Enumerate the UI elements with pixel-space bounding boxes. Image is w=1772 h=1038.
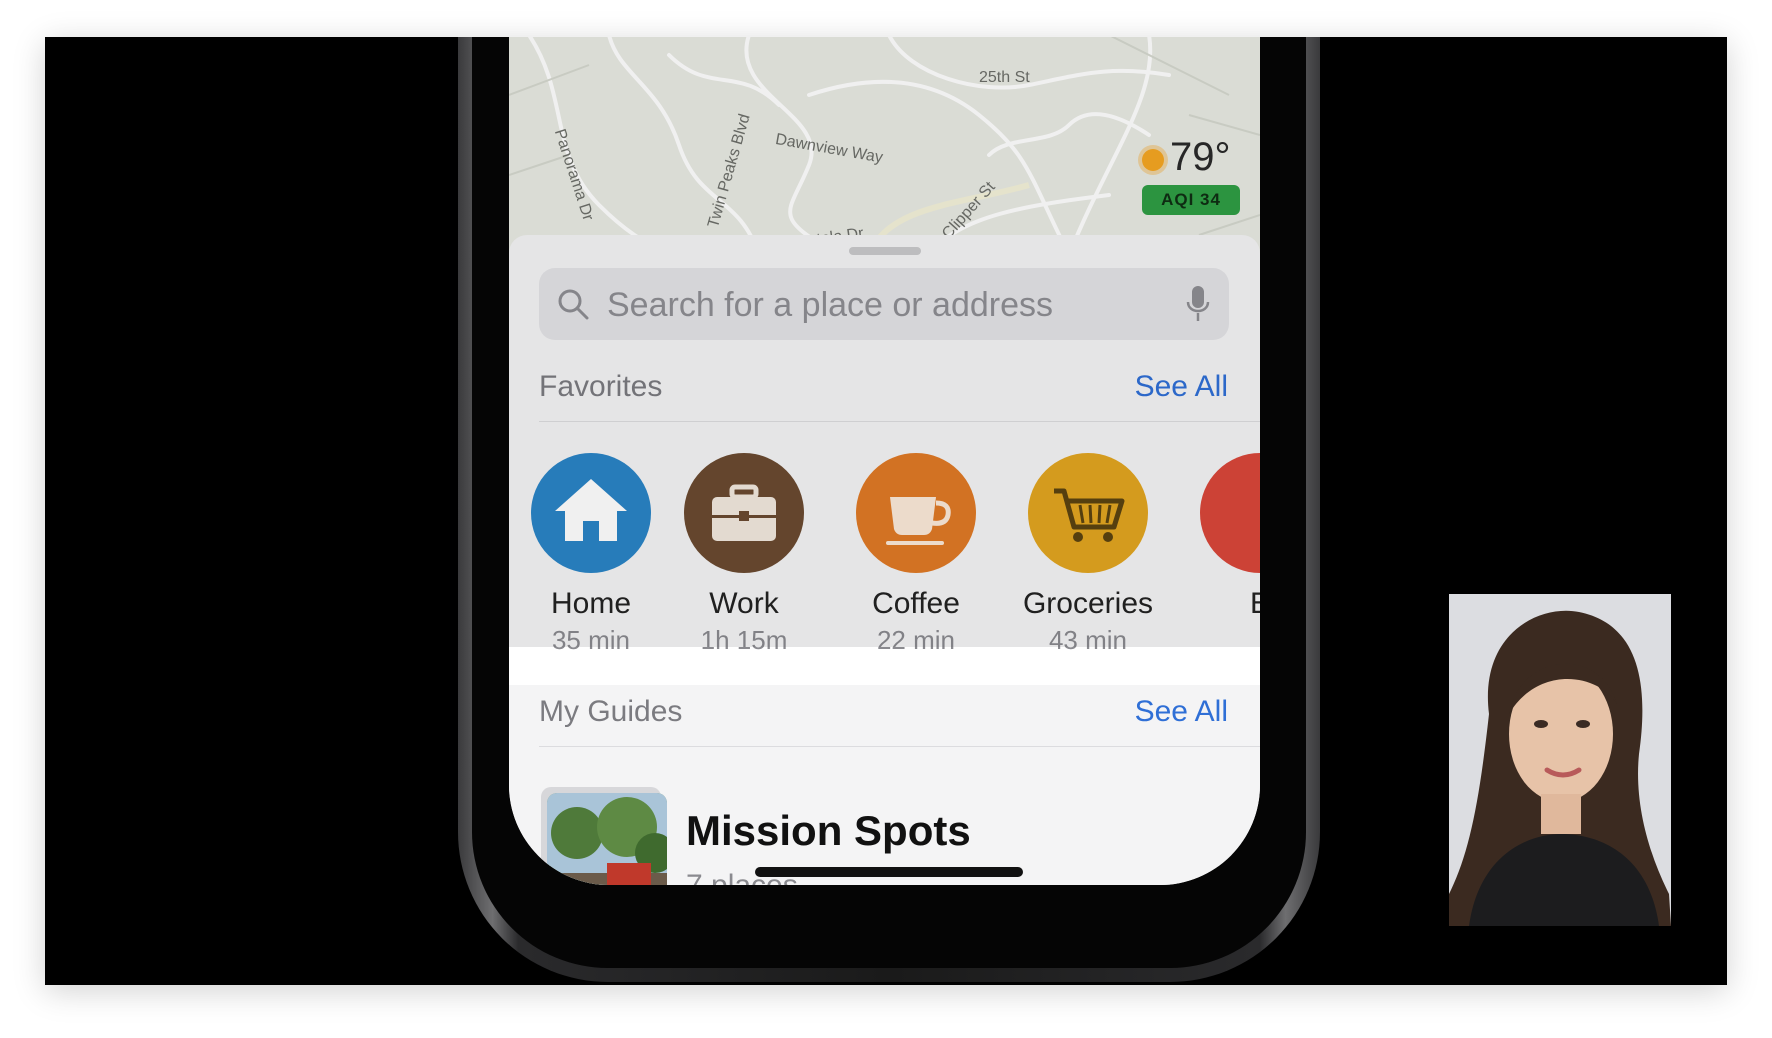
guide-thumbnail[interactable]: [547, 793, 667, 885]
guide-title[interactable]: Mission Spots: [686, 807, 971, 855]
iphone-frame: 25th St Panorama Dr Twin Peaks Blvd Dawn…: [458, 37, 1320, 982]
dim-overlay-top: [509, 37, 1260, 647]
home-indicator[interactable]: [755, 867, 1023, 877]
my-guides-title: My Guides: [539, 695, 683, 728]
guides-see-all-link[interactable]: See All: [1135, 695, 1228, 729]
maps-screen: 25th St Panorama Dr Twin Peaks Blvd Dawn…: [509, 37, 1260, 885]
presenter-video: [1449, 594, 1671, 926]
guide-photo: [547, 793, 667, 885]
divider: [539, 746, 1260, 747]
video-frame: 25th St Panorama Dr Twin Peaks Blvd Dawn…: [45, 37, 1727, 985]
presenter-portrait: [1449, 594, 1671, 926]
